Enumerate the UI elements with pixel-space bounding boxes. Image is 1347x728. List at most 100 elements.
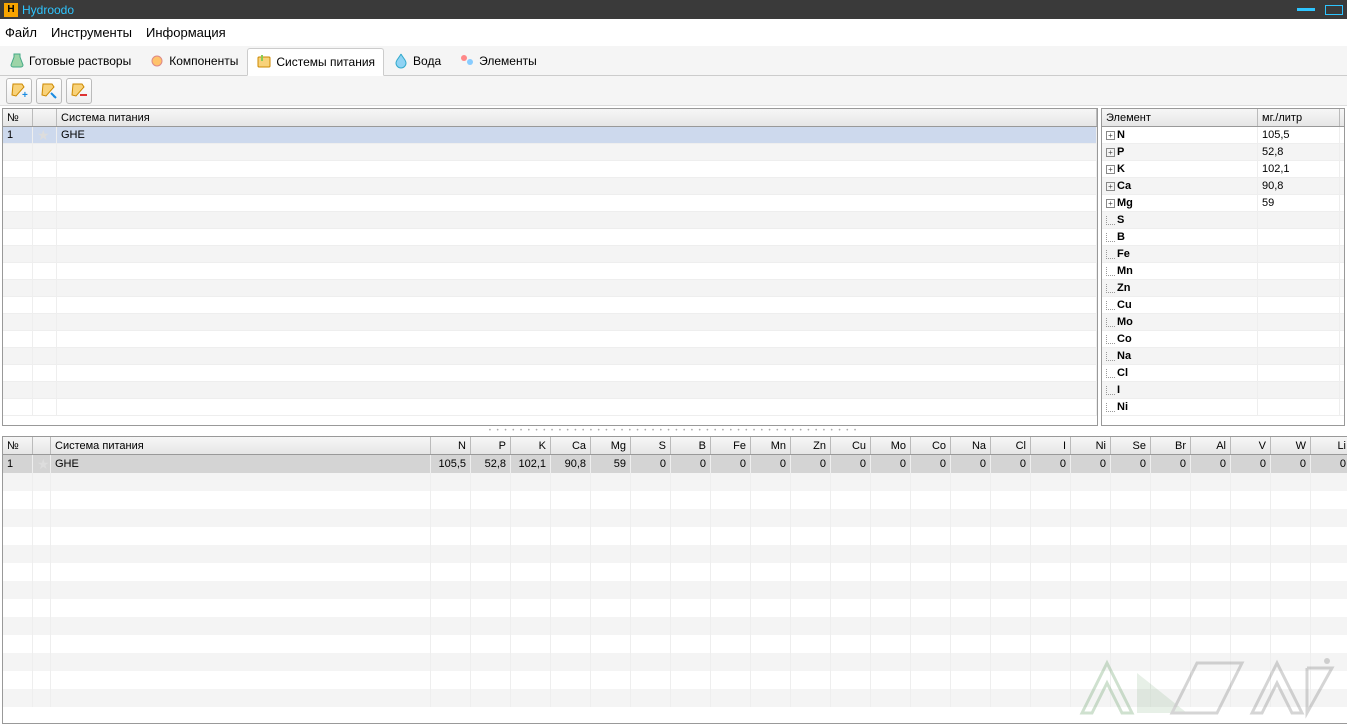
col-header-name[interactable]: Система питания [57, 109, 1097, 126]
col-header-name[interactable]: Система питания [51, 437, 431, 454]
col-header-Li[interactable]: Li [1311, 437, 1347, 454]
tab-feeding-systems[interactable]: Системы питания [247, 48, 384, 76]
tab-elements[interactable]: Элементы [450, 47, 546, 75]
table-row[interactable] [3, 689, 1347, 707]
table-row[interactable] [3, 671, 1347, 689]
col-header-Cu[interactable]: Cu [831, 437, 871, 454]
table-row[interactable]: I [1102, 382, 1344, 399]
menu-info[interactable]: Информация [146, 25, 226, 40]
table-row[interactable]: Fe [1102, 246, 1344, 263]
table-row[interactable]: Zn [1102, 280, 1344, 297]
col-header-Co[interactable]: Co [911, 437, 951, 454]
elements-grid[interactable]: Элемент мг./литр +N105,5+P52,8+K102,1+Ca… [1101, 108, 1345, 426]
col-header-Mg[interactable]: Mg [591, 437, 631, 454]
table-row[interactable] [3, 563, 1347, 581]
table-row[interactable] [3, 581, 1347, 599]
table-row[interactable] [3, 178, 1097, 195]
col-header-W[interactable]: W [1271, 437, 1311, 454]
col-header-Se[interactable]: Se [1111, 437, 1151, 454]
add-button[interactable]: + [6, 78, 32, 104]
table-row[interactable] [3, 382, 1097, 399]
table-row[interactable] [3, 473, 1347, 491]
table-row[interactable]: Mn [1102, 263, 1344, 280]
summary-grid[interactable]: № Система питанияNPKCaMgSBFeMnZnCuMoCoNaC… [2, 436, 1347, 724]
table-row[interactable] [3, 280, 1097, 297]
table-row[interactable] [3, 331, 1097, 348]
col-header-number[interactable]: № [3, 109, 33, 126]
table-row[interactable]: Co [1102, 331, 1344, 348]
table-row[interactable] [3, 509, 1347, 527]
table-row[interactable]: S [1102, 212, 1344, 229]
table-row[interactable]: 1★GHE [3, 127, 1097, 144]
tab-water[interactable]: Вода [384, 47, 450, 75]
table-row[interactable] [3, 635, 1347, 653]
col-header-B[interactable]: B [671, 437, 711, 454]
col-header-Br[interactable]: Br [1151, 437, 1191, 454]
col-header-element[interactable]: Элемент [1102, 109, 1258, 126]
table-row[interactable]: +N105,5 [1102, 127, 1344, 144]
table-row[interactable] [3, 161, 1097, 178]
tab-solutions[interactable]: Готовые растворы [0, 47, 140, 75]
remove-button[interactable] [66, 78, 92, 104]
table-row[interactable] [3, 399, 1097, 416]
col-header-S[interactable]: S [631, 437, 671, 454]
table-row[interactable]: Mo [1102, 314, 1344, 331]
table-row[interactable]: +Ca90,8 [1102, 178, 1344, 195]
table-row[interactable]: +P52,8 [1102, 144, 1344, 161]
expand-icon[interactable]: + [1106, 199, 1115, 208]
table-row[interactable] [3, 212, 1097, 229]
col-header-N[interactable]: N [431, 437, 471, 454]
star-icon[interactable]: ★ [37, 127, 50, 143]
table-row[interactable] [3, 144, 1097, 161]
col-header-star[interactable] [33, 109, 57, 126]
table-row[interactable] [3, 545, 1347, 563]
minimize-button[interactable] [1297, 8, 1315, 11]
table-row[interactable]: 1★GHE105,552,8102,190,859000000000000000… [3, 455, 1347, 473]
table-row[interactable] [3, 229, 1097, 246]
col-header-star[interactable] [33, 437, 51, 454]
table-row[interactable]: Ni [1102, 399, 1344, 416]
table-row[interactable] [3, 297, 1097, 314]
table-row[interactable] [3, 263, 1097, 280]
col-header-Na[interactable]: Na [951, 437, 991, 454]
table-row[interactable]: +Mg59 [1102, 195, 1344, 212]
menu-tools[interactable]: Инструменты [51, 25, 132, 40]
expand-icon[interactable]: + [1106, 182, 1115, 191]
col-header-Ca[interactable]: Ca [551, 437, 591, 454]
col-header-Cl[interactable]: Cl [991, 437, 1031, 454]
col-header-number[interactable]: № [3, 437, 33, 454]
col-header-Ni[interactable]: Ni [1071, 437, 1111, 454]
col-header-Zn[interactable]: Zn [791, 437, 831, 454]
feeding-systems-grid[interactable]: № Система питания 1★GHE [2, 108, 1098, 426]
table-row[interactable]: Na [1102, 348, 1344, 365]
col-header-K[interactable]: K [511, 437, 551, 454]
col-header-value[interactable]: мг./литр [1258, 109, 1340, 126]
star-icon[interactable]: ★ [37, 456, 50, 473]
expand-icon[interactable]: + [1106, 148, 1115, 157]
maximize-button[interactable] [1325, 5, 1343, 15]
expand-icon[interactable]: + [1106, 165, 1115, 174]
col-header-Mo[interactable]: Mo [871, 437, 911, 454]
table-row[interactable]: +K102,1 [1102, 161, 1344, 178]
table-row[interactable] [3, 527, 1347, 545]
table-row[interactable] [3, 653, 1347, 671]
table-row[interactable] [3, 314, 1097, 331]
col-header-Mn[interactable]: Mn [751, 437, 791, 454]
tab-components[interactable]: Компоненты [140, 47, 247, 75]
col-header-V[interactable]: V [1231, 437, 1271, 454]
expand-icon[interactable]: + [1106, 131, 1115, 140]
col-header-Al[interactable]: Al [1191, 437, 1231, 454]
table-row[interactable] [3, 365, 1097, 382]
table-row[interactable]: Cu [1102, 297, 1344, 314]
edit-button[interactable] [36, 78, 62, 104]
menu-file[interactable]: Файл [5, 25, 37, 40]
table-row[interactable] [3, 195, 1097, 212]
horizontal-splitter[interactable]: • • • • • • • • • • • • • • • • • • • • … [0, 426, 1347, 436]
col-header-I[interactable]: I [1031, 437, 1071, 454]
table-row[interactable] [3, 348, 1097, 365]
table-row[interactable] [3, 599, 1347, 617]
col-header-P[interactable]: P [471, 437, 511, 454]
table-row[interactable] [3, 246, 1097, 263]
col-header-Fe[interactable]: Fe [711, 437, 751, 454]
table-row[interactable]: B [1102, 229, 1344, 246]
